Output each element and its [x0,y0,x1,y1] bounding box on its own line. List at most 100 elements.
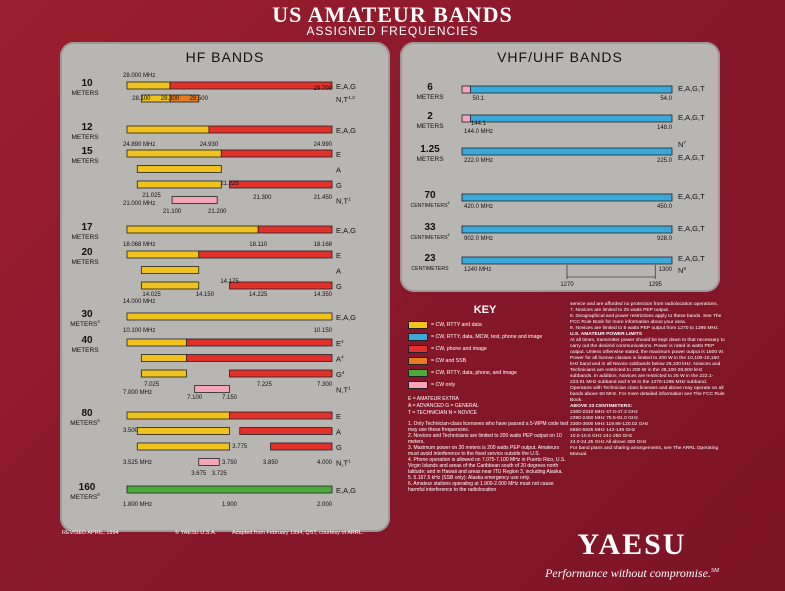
key-item: = CW, RTTY, data, phone, and image [408,368,517,378]
license-classes: E,A,G [336,226,356,235]
band-segment [270,442,333,451]
band-name: 23 [424,253,436,264]
hf-band-12: 12METERS E,A,G 24.890 MHz 24.930 24.990 [71,122,356,148]
vhf-bands-chart: 6METERSE,A,G,T50.0 MHz50.154.02METERSE,A… [410,38,705,288]
license-classes: A4 [336,355,344,364]
revised-date: REVISED APRIL, 1994 [62,530,119,536]
footnote: 4. Phone operation is allowed on 7.075-7… [408,457,566,475]
band-segment [140,266,200,274]
frequency-label: 21.225 [220,181,239,187]
frequency-label: 21.200 [208,209,227,215]
band-segment [461,225,673,234]
band-segment [229,411,333,420]
hf-band-80: 80METERS5 EAG N,T1 3.500 3.525 MHz 3.675 3.725… [70,408,351,477]
frequency-label: 21.300 [253,195,272,201]
frequency-label: 24.990 [314,142,333,148]
frequency-label: 7.150 [222,395,238,401]
band-name: 160 [79,482,96,493]
band-unit: METERS [71,259,99,266]
band-segment [126,149,222,158]
license-classes: A [336,428,341,437]
note-line: 8. Geographical and power restrictions a… [570,314,722,325]
band-segment [136,442,230,451]
frequency-label: 14.150 [196,292,215,298]
key-label: = CW, phone and image [431,346,487,352]
frequency-label: 225.0 [657,158,673,164]
key-swatch [408,357,428,365]
frequency-label: 2.000 [317,502,333,508]
band-segment [126,411,230,420]
key-swatch [408,381,428,389]
band-name: 70 [424,190,436,201]
frequency-label: 28.500 [190,96,209,102]
license-classes: E,A,G,T [678,254,705,263]
band-segment [126,338,187,347]
frequency-label: 54.0 [660,96,672,102]
license-classes: G4 [336,370,345,379]
license-classes: E [336,251,341,260]
frequency-label: 1240 MHz [464,267,491,273]
key-label: = CW and SSB [431,358,467,364]
band-name: 15 [81,146,93,157]
license-legend: E = AMATEUR EXTRA [408,396,459,402]
vhf-band-33: 33CENTIMETERS8 E,A,G,T 902.0 MHz 928.0 [410,222,705,242]
footnote: 2. Novices and Technicians are limited t… [408,433,562,445]
footnote: 1. Only Technician-class licensees who h… [408,421,569,433]
band-segment [220,149,333,158]
license-classes: E,A,G,T [678,84,705,93]
band-unit: METERS [416,94,444,101]
hf-band-15: 15METERS EAG N,T1 21.025 21.000 MHz 21.225 21.… [71,146,351,215]
frequency-label: 928.0 [657,236,673,242]
band-segment [198,250,333,259]
frequency-label: 144.1 [471,121,487,127]
frequency-label: 14.175 [220,279,239,285]
band-segment [229,369,333,378]
frequency-label: 28.100 [132,96,151,102]
hf-band-20: 20METERS EAG 14.02514.000 MHz 14.150 14.175 1… [71,247,342,305]
band-segment [171,196,218,204]
frequency-label: 28.300 [161,96,180,102]
frequency-label: 222.0 MHz [464,158,493,164]
license-classes: N7 [678,140,686,149]
license-classes: G [336,443,342,452]
license-classes: G [336,181,342,190]
band-segment [136,165,222,173]
license-classes: E,A,G,T [678,113,705,122]
band-name: 40 [81,335,93,346]
notes-column: service and are afforded no protection f… [570,302,725,458]
vhf-band-23: 23 CENTIMETERS E,A,G,T N9 1240 MHz 1300 1270 12… [411,253,705,288]
hf-panel-title: HF BANDS [185,49,265,65]
band-segment [126,225,259,234]
footnote: 6. Amateur stations operating at 1.900-2… [408,481,554,493]
vhf-uhf-bands-panel: VHF/UHF BANDS 6METERSE,A,G,T50.0 MHz50.1… [400,38,720,292]
key-item: = CW, RTTY, data, MCW, test, phone and i… [408,332,542,342]
frequency-label: 21.100 [163,209,182,215]
band-segment [126,125,210,134]
frequency-label: 7.025 [144,382,160,388]
license-classes: E [336,150,341,159]
band-name: 80 [81,408,93,419]
frequency-label: 7.100 [187,395,203,401]
frequency-label: 14.225 [249,292,268,298]
band-segment [461,256,673,265]
license-classes: A [336,166,341,175]
band-name: 1.25 [420,144,440,155]
license-classes: E,A,G [336,313,356,322]
license-legend: A = ADVANCED G = GENERAL [408,403,479,409]
band-name: 6 [427,82,433,93]
license-classes: E,A,G [336,82,356,91]
band-segment [257,225,333,234]
frequency-label: 3.725 [212,471,228,477]
band-segment [169,81,333,90]
frequency-label: 902.0 MHz [464,236,493,242]
note-line: Operators with Technician class licenses… [570,386,725,403]
key-title: KEY [473,304,497,316]
license-classes: E,A,G [336,126,356,135]
yaesu-logo: YAESU [577,528,687,561]
band-segment [239,427,333,435]
frequency-label: 10.150 [314,328,333,334]
key-item: = CW, phone and image [408,344,487,354]
band-segment [186,338,333,347]
band-name: 17 [81,222,93,233]
license-classes: A [336,267,341,276]
